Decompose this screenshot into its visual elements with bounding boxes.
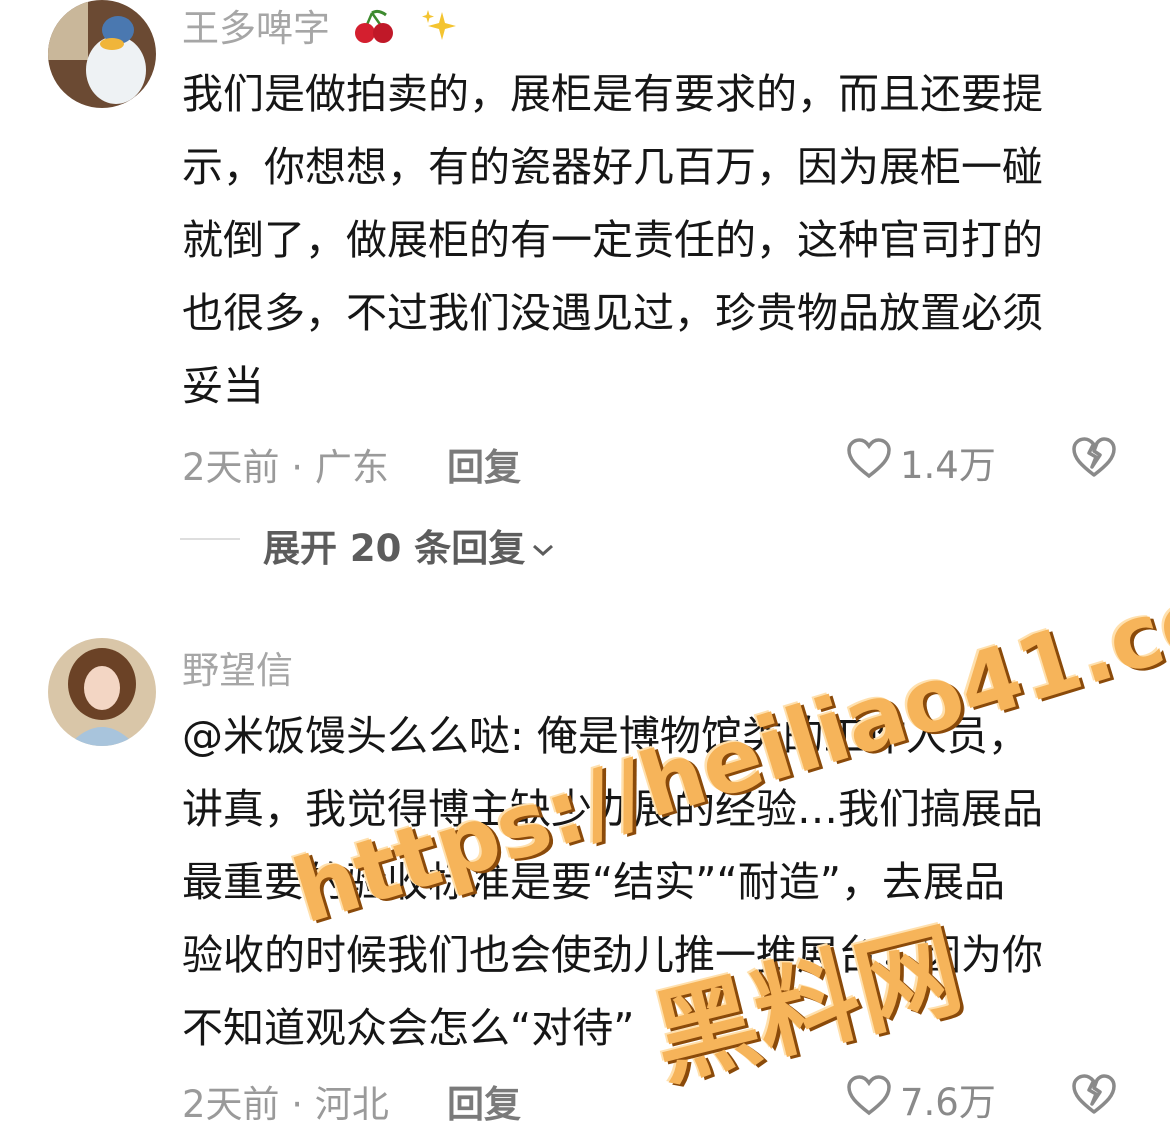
broken-heart-icon xyxy=(1070,1074,1118,1120)
username[interactable]: 王多啤字 xyxy=(182,0,460,53)
username[interactable]: 野望信 xyxy=(182,640,293,694)
reply-button[interactable]: 回复 xyxy=(447,437,521,491)
divider-line xyxy=(180,538,240,540)
comment-line: @米饭馒头么么哒: 俺是博物馆类的工作人员， xyxy=(182,712,1029,760)
expand-replies-label: 展开 20 条回复 xyxy=(263,527,526,570)
comment-line: 不知道观众会怎么“对待” xyxy=(182,1004,635,1052)
dislike-button[interactable] xyxy=(1070,1072,1118,1120)
heart-icon xyxy=(846,437,892,488)
comment-line: 讲真，我觉得博主缺少办展的经验…我们搞展品 xyxy=(182,785,1043,833)
chevron-down-icon xyxy=(531,524,555,567)
comment-line: 最重要的验收标准是要“结实”“耐造”，去展品 xyxy=(182,858,1005,906)
expand-replies-button[interactable]: 展开 20 条回复 xyxy=(263,518,555,572)
dislike-button[interactable] xyxy=(1070,435,1118,483)
comment-body: @米饭馒头么么哒: 俺是博物馆类的工作人员， 讲真，我觉得博主缺少办展的经验…我… xyxy=(182,700,1117,1065)
broken-heart-icon xyxy=(1070,437,1118,483)
comment-meta: 2天前 · 广东 xyxy=(182,446,389,489)
like-count: 7.6万 xyxy=(900,1081,996,1124)
comment-line: 就倒了，做展柜的有一定责任的，这种官司打的 xyxy=(182,216,1043,264)
comment-line: 我们是做拍卖的，展柜是有要求的，而且还要提 xyxy=(182,70,1043,118)
avatar[interactable] xyxy=(48,638,156,746)
like-button[interactable]: 7.6万 xyxy=(846,1072,996,1126)
comment-line: 妥当 xyxy=(182,362,264,410)
avatar[interactable] xyxy=(48,0,156,108)
comment-line: 也很多，不过我们没遇见过，珍贵物品放置必须 xyxy=(182,289,1043,337)
comment-line: 验收的时候我们也会使劲儿推一推展台，因为你 xyxy=(182,931,1043,979)
like-button[interactable]: 1.4万 xyxy=(846,435,996,489)
cherry-icon xyxy=(352,9,398,52)
comment-body: 我们是做拍卖的，展柜是有要求的，而且还要提 示，你想想，有的瓷器好几百万，因为展… xyxy=(182,58,1117,423)
sparkles-icon xyxy=(420,8,460,53)
heart-icon xyxy=(846,1074,892,1125)
comment-line: 示，你想想，有的瓷器好几百万，因为展柜一碰 xyxy=(182,143,1043,191)
like-count: 1.4万 xyxy=(900,444,996,487)
